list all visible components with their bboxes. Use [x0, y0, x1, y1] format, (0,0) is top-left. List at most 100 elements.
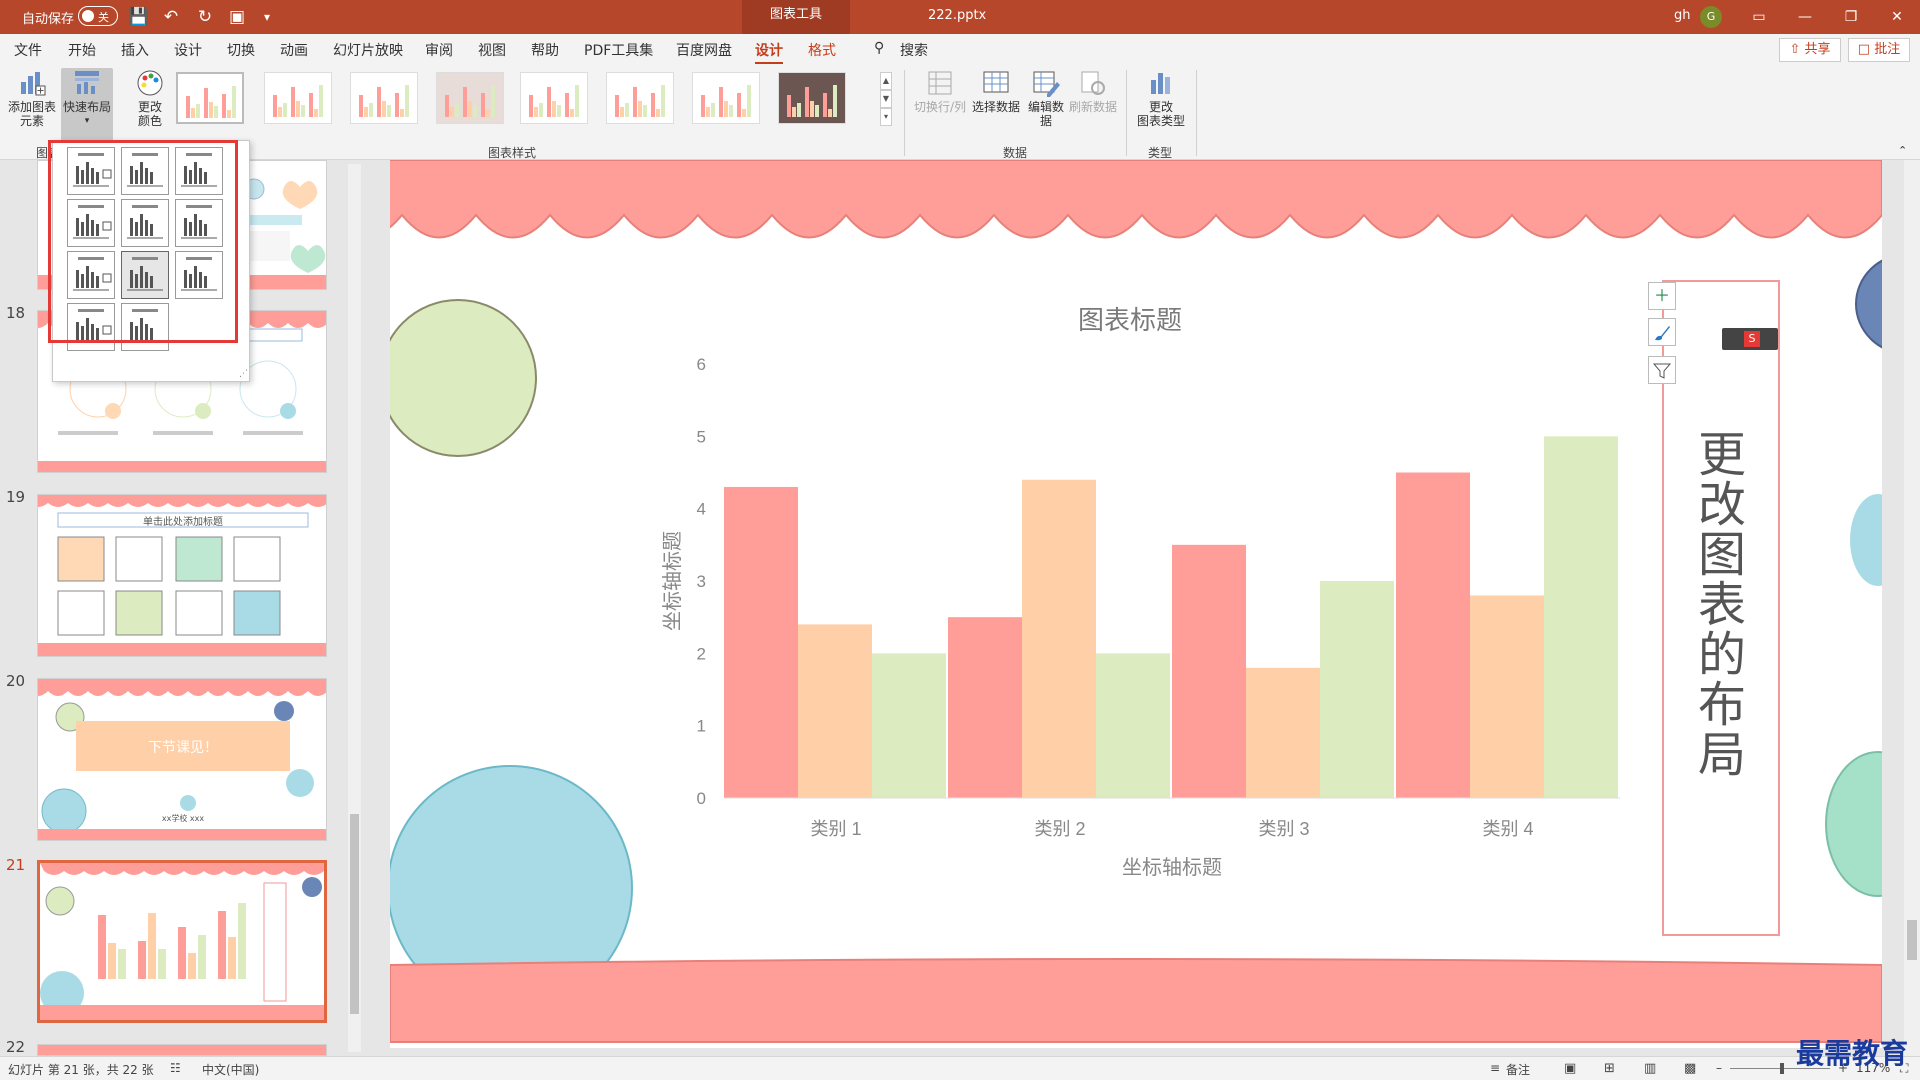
slide-thumbnail-19[interactable]: 单击此处添加标题 — [37, 494, 327, 657]
tab-help[interactable]: 帮助 — [531, 40, 559, 60]
tab-insert[interactable]: 插入 — [121, 40, 149, 60]
chart-style-1[interactable] — [176, 72, 244, 124]
bar-series1-2[interactable] — [948, 617, 1022, 798]
refresh-data-button[interactable]: 刷新数据 — [1068, 68, 1118, 114]
share-button[interactable]: ⇧ 共享 — [1779, 38, 1841, 62]
language[interactable]: 中文(中国) — [202, 1061, 259, 1078]
slide-sorter-icon[interactable]: ⊞ — [1604, 1061, 1615, 1076]
zoom-slider-thumb[interactable] — [1780, 1063, 1784, 1074]
comment-button[interactable]: □ 批注 — [1848, 38, 1910, 62]
ime-toolbar[interactable]: S — [1722, 328, 1778, 350]
y-tick-label[interactable]: 1 — [697, 717, 706, 736]
save-icon[interactable]: 💾 — [128, 6, 150, 28]
minimize-icon[interactable]: — — [1782, 0, 1828, 34]
gallery-more-icon[interactable]: ▾ — [880, 108, 892, 126]
y-tick-label[interactable]: 3 — [697, 572, 706, 591]
layout-option-1[interactable] — [67, 147, 115, 195]
bar-series3-3[interactable] — [1320, 581, 1394, 798]
tab-view[interactable]: 视图 — [478, 40, 506, 60]
tab-home[interactable]: 开始 — [68, 40, 96, 60]
user-name[interactable]: gh — [1674, 8, 1691, 23]
tab-transitions[interactable]: 切换 — [227, 40, 255, 60]
bar-series1-1[interactable] — [724, 486, 798, 798]
y-tick-label[interactable]: 5 — [697, 427, 706, 446]
chart-style-6[interactable] — [606, 72, 674, 124]
undo-icon[interactable]: ↶ — [160, 6, 182, 28]
customize-qat-icon[interactable]: ▾ — [256, 6, 278, 28]
bar-series3-2[interactable] — [1096, 653, 1170, 798]
gallery-up-icon[interactable]: ▲ — [880, 72, 892, 90]
slide-thumbnail-20[interactable]: 下节课见！ xx学校 xxx — [37, 678, 327, 841]
avatar[interactable]: G — [1700, 6, 1722, 28]
thumbnail-scrollbar-thumb[interactable] — [350, 814, 359, 1014]
tab-review[interactable]: 审阅 — [425, 40, 453, 60]
bar-series3-4[interactable] — [1544, 436, 1618, 798]
tab-file[interactable]: 文件 — [14, 40, 42, 60]
slide-thumbnail-21[interactable] — [37, 860, 327, 1023]
bar-series2-2[interactable] — [1022, 479, 1096, 798]
restore-icon[interactable]: ❐ — [1828, 0, 1874, 34]
normal-view-icon[interactable]: ▣ — [1564, 1061, 1576, 1076]
layout-option-4[interactable] — [67, 199, 115, 247]
layout-option-5[interactable] — [121, 199, 169, 247]
resize-grip-icon[interactable]: ⋰ — [239, 369, 248, 379]
quick-layout-button[interactable]: 快速布局 ▾ — [61, 68, 113, 146]
x-tick-label[interactable]: 类别 2 — [1034, 819, 1085, 839]
chart-styles-button[interactable] — [1648, 318, 1676, 346]
chart-filters-button[interactable] — [1648, 356, 1676, 384]
slide-scrollbar-thumb[interactable] — [1907, 920, 1917, 960]
slideshow-icon[interactable]: ▩ — [1684, 1061, 1696, 1076]
autosave-toggle[interactable]: 关 — [78, 6, 118, 26]
chart-style-2[interactable] — [264, 72, 332, 124]
edit-data-button[interactable]: 编辑数 据 — [1024, 68, 1068, 128]
x-tick-label[interactable]: 类别 4 — [1482, 819, 1533, 839]
tab-chart-design[interactable]: 设计 — [755, 40, 783, 65]
y-tick-label[interactable]: 6 — [697, 355, 706, 374]
notes-label[interactable]: 备注 — [1506, 1061, 1530, 1078]
bar-series3-1[interactable] — [872, 653, 946, 798]
tab-chart-format[interactable]: 格式 — [808, 40, 836, 60]
slide-thumbnail-22[interactable] — [37, 1044, 327, 1056]
change-chart-type-button[interactable]: 更改 图表类型 — [1134, 68, 1188, 128]
tab-pdf-tools[interactable]: PDF工具集 — [584, 40, 653, 60]
bar-series2-4[interactable] — [1470, 595, 1544, 798]
layout-option-6[interactable] — [175, 199, 223, 247]
ribbon-display-icon[interactable]: ▭ — [1736, 0, 1782, 34]
layout-option-7[interactable] — [67, 251, 115, 299]
reading-view-icon[interactable]: ▥ — [1644, 1061, 1656, 1076]
redo-icon[interactable]: ↻ — [194, 6, 216, 28]
accessibility-icon[interactable]: ☷ — [170, 1061, 181, 1075]
select-data-button[interactable]: 选择数据 — [970, 68, 1022, 114]
y-tick-label[interactable]: 2 — [697, 644, 706, 663]
zoom-out-icon[interactable]: – — [1716, 1061, 1722, 1075]
chart-style-7[interactable] — [692, 72, 760, 124]
switch-row-column-button[interactable]: 切换行/列 — [912, 68, 968, 114]
tab-animations[interactable]: 动画 — [280, 40, 308, 60]
x-axis-title[interactable]: 坐标轴标题 — [1122, 856, 1222, 879]
chart-style-5[interactable] — [520, 72, 588, 124]
slide-scrollbar[interactable] — [1904, 160, 1920, 1056]
x-tick-label[interactable]: 类别 1 — [810, 819, 861, 839]
bar-series2-1[interactable] — [798, 624, 872, 798]
y-tick-label[interactable]: 4 — [697, 500, 706, 519]
bar-series1-3[interactable] — [1172, 544, 1246, 798]
notes-icon[interactable]: ≡ — [1490, 1061, 1500, 1075]
layout-option-10[interactable] — [67, 303, 115, 351]
tab-slideshow[interactable]: 幻灯片放映 — [333, 40, 403, 60]
y-tick-label[interactable]: 0 — [697, 789, 706, 808]
layout-option-11[interactable] — [121, 303, 169, 351]
present-icon[interactable]: ▣ — [226, 6, 248, 28]
layout-option-8[interactable] — [121, 251, 169, 299]
layout-option-9[interactable] — [175, 251, 223, 299]
tab-baidu-netdisk[interactable]: 百度网盘 — [676, 40, 732, 60]
search-label[interactable]: 搜索 — [900, 40, 928, 60]
add-chart-element-button[interactable]: 添加图表 元素 — [6, 68, 58, 128]
chart-style-4[interactable] — [436, 72, 504, 124]
layout-option-3[interactable] — [175, 147, 223, 195]
close-icon[interactable]: ✕ — [1874, 0, 1920, 34]
chart-style-3[interactable] — [350, 72, 418, 124]
search-icon[interactable]: ⚲ — [874, 40, 884, 56]
bar-series1-4[interactable] — [1396, 472, 1470, 799]
y-axis-title[interactable]: 坐标轴标题 — [661, 531, 684, 631]
chart-elements-button[interactable]: ＋ — [1648, 282, 1676, 310]
